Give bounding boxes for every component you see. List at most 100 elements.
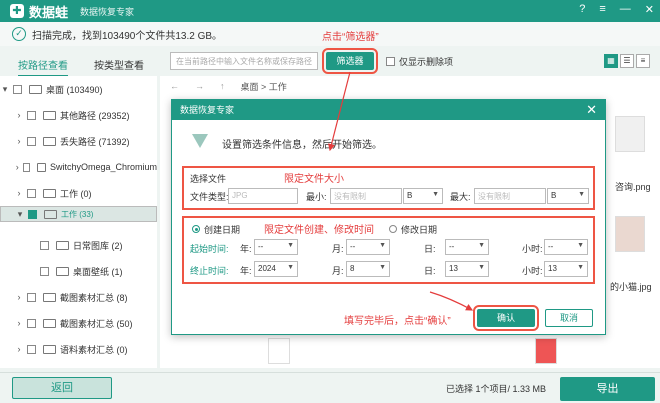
expand-icon[interactable]: › bbox=[14, 292, 24, 302]
file-type-input[interactable]: JPG bbox=[228, 188, 298, 204]
filter-dialog: 数据恢复专家 ✕ 设置筛选条件信息，然后开始筛选。 选择文件 限定文件大小 文件… bbox=[171, 99, 606, 335]
max-size-unit-select[interactable]: B ▼ bbox=[547, 188, 589, 204]
expand-icon[interactable]: › bbox=[14, 162, 20, 172]
month-label: 月: bbox=[332, 244, 344, 254]
tree-item-label: 工作 (33) bbox=[61, 209, 94, 219]
list-view-icon[interactable]: ☰ bbox=[620, 54, 634, 68]
tree-item-desktop[interactable]: ▾ 桌面 (103490) bbox=[0, 76, 157, 102]
select-value: -- bbox=[350, 242, 356, 251]
checkbox-box[interactable] bbox=[386, 57, 395, 66]
tree-item[interactable]: › 语料素材汇总 (0) bbox=[0, 336, 157, 362]
tree-item-label: 日常图库 (2) bbox=[73, 240, 123, 251]
detail-view-icon[interactable]: ≡ bbox=[636, 54, 650, 68]
chevron-down-icon: ▼ bbox=[578, 191, 585, 198]
start-day-select[interactable]: -- ▼ bbox=[445, 239, 489, 255]
folder-icon bbox=[43, 292, 56, 302]
start-year-select[interactable]: -- ▼ bbox=[254, 239, 298, 255]
tree-item-label: 其他路径 (29352) bbox=[60, 110, 130, 121]
confirm-button[interactable]: 确认 bbox=[473, 305, 539, 331]
expand-icon[interactable]: › bbox=[14, 188, 24, 198]
tree-item[interactable]: › 截图素材汇总 (8) bbox=[0, 284, 157, 310]
start-hour-select[interactable]: -- ▼ bbox=[544, 239, 588, 255]
help-icon[interactable]: ? bbox=[579, 3, 585, 16]
collapse-icon[interactable]: ▾ bbox=[0, 84, 10, 95]
created-date-radio[interactable] bbox=[192, 225, 200, 233]
close-icon[interactable]: ✕ bbox=[645, 3, 654, 16]
tree-item[interactable]: › 丢失路径 (71392) bbox=[0, 128, 157, 154]
filter-button[interactable]: 筛选器 bbox=[322, 48, 378, 74]
checkbox-box[interactable] bbox=[13, 84, 22, 94]
checkbox-box[interactable] bbox=[27, 110, 36, 120]
cancel-button[interactable]: 取消 bbox=[545, 309, 593, 327]
select-value: 13 bbox=[449, 264, 458, 273]
unit-value: B bbox=[551, 191, 557, 200]
chevron-down-icon: ▼ bbox=[287, 242, 294, 249]
checkbox-box[interactable] bbox=[27, 292, 36, 302]
check-circle-icon: ✓ bbox=[12, 27, 26, 41]
end-hour-select[interactable]: 13 ▼ bbox=[544, 261, 588, 277]
footer: 返回 已选择 1个项目/ 1.33 MB 导出 bbox=[0, 372, 660, 403]
min-size-unit-select[interactable]: B ▼ bbox=[403, 188, 443, 204]
pdf-file-icon[interactable] bbox=[535, 338, 557, 364]
checkbox-box[interactable] bbox=[40, 240, 49, 250]
tab-by-type[interactable]: 按类型查看 bbox=[94, 54, 144, 75]
file-filter-section: 选择文件 限定文件大小 文件类型: JPG 最小: 没有限制 B ▼ 最大: 没有… bbox=[182, 166, 595, 210]
minimize-icon[interactable]: — bbox=[620, 3, 631, 16]
frog-logo-icon: ✚ bbox=[10, 4, 24, 18]
checkbox-box[interactable] bbox=[40, 266, 49, 276]
file-thumbnail[interactable] bbox=[615, 116, 645, 152]
end-day-select[interactable]: 13 ▼ bbox=[445, 261, 489, 277]
hour-label: 小时: bbox=[522, 266, 543, 276]
end-year-select[interactable]: 2024 ▼ bbox=[254, 261, 298, 277]
max-size-input[interactable]: 没有限制 bbox=[474, 188, 546, 204]
min-size-input[interactable]: 没有限制 bbox=[330, 188, 402, 204]
word-file-icon[interactable] bbox=[268, 338, 290, 364]
tree-item[interactable]: › SwitchyOmega_Chromium bbox=[0, 154, 157, 180]
back-button[interactable]: 返回 bbox=[12, 377, 112, 399]
tree-item[interactable]: › 其他路径 (29352) bbox=[0, 102, 157, 128]
tree-item-work-selected[interactable]: ▾ 工作 (33) bbox=[0, 206, 157, 222]
export-button[interactable]: 导出 bbox=[560, 377, 655, 401]
tree-item[interactable]: › 截图素材汇总 (50) bbox=[0, 310, 157, 336]
checkbox-box[interactable] bbox=[27, 344, 36, 354]
chevron-down-icon: ▼ bbox=[287, 264, 294, 271]
app-logo: ✚ 数据蛙 bbox=[10, 2, 68, 21]
end-month-select[interactable]: 8 ▼ bbox=[346, 261, 390, 277]
checkbox-box[interactable] bbox=[27, 318, 36, 328]
drive-icon bbox=[29, 84, 42, 94]
file-section-label: 选择文件 bbox=[190, 174, 227, 184]
checkbox-box[interactable] bbox=[27, 188, 36, 198]
expand-icon[interactable]: › bbox=[14, 110, 24, 120]
dialog-close-icon[interactable]: ✕ bbox=[586, 102, 597, 118]
folder-icon bbox=[43, 318, 56, 328]
checkbox-box[interactable] bbox=[27, 136, 36, 146]
select-value: -- bbox=[548, 242, 554, 251]
start-month-select[interactable]: -- ▼ bbox=[346, 239, 390, 255]
grid-view-icon[interactable]: ▦ bbox=[604, 54, 618, 68]
expand-icon[interactable]: › bbox=[14, 136, 24, 146]
show-deleted-checkbox[interactable]: 仅显示删除项 bbox=[386, 55, 453, 68]
up-arrow-icon[interactable]: ↑ bbox=[220, 81, 225, 91]
search-input[interactable]: 在当前路径中输入文件名称或保存路径 bbox=[170, 52, 318, 70]
checkbox-box[interactable] bbox=[23, 162, 30, 172]
chevron-down-icon: ▼ bbox=[577, 264, 584, 271]
expand-icon[interactable]: › bbox=[14, 344, 24, 354]
checkbox-box[interactable] bbox=[28, 209, 37, 219]
collapse-icon[interactable]: ▾ bbox=[15, 209, 25, 220]
show-deleted-label: 仅显示删除项 bbox=[399, 57, 454, 67]
title-bar: ✚ 数据蛙 数据恢复专家 ? ≡ — ✕ bbox=[0, 0, 660, 22]
tree-item-label: 工作 (0) bbox=[60, 188, 92, 199]
file-thumbnail[interactable] bbox=[615, 216, 645, 252]
tab-by-path[interactable]: 按路径查看 bbox=[18, 54, 68, 77]
back-arrow-icon[interactable]: ← bbox=[170, 81, 179, 91]
chevron-down-icon: ▼ bbox=[432, 191, 439, 198]
menu-icon[interactable]: ≡ bbox=[599, 3, 605, 16]
expand-icon[interactable]: › bbox=[14, 318, 24, 328]
modified-date-radio[interactable] bbox=[389, 225, 397, 233]
forward-arrow-icon[interactable]: → bbox=[195, 81, 204, 91]
start-time-label: 起始时间: bbox=[190, 244, 229, 254]
tree-item[interactable]: › 工作 (0) bbox=[0, 180, 157, 206]
tree-item[interactable]: 桌面壁纸 (1) bbox=[0, 258, 157, 284]
toolbar: 按路径查看 按类型查看 在当前路径中输入文件名称或保存路径 筛选器 仅显示删除项… bbox=[0, 48, 660, 77]
tree-item[interactable]: 日常图库 (2) bbox=[0, 232, 157, 258]
